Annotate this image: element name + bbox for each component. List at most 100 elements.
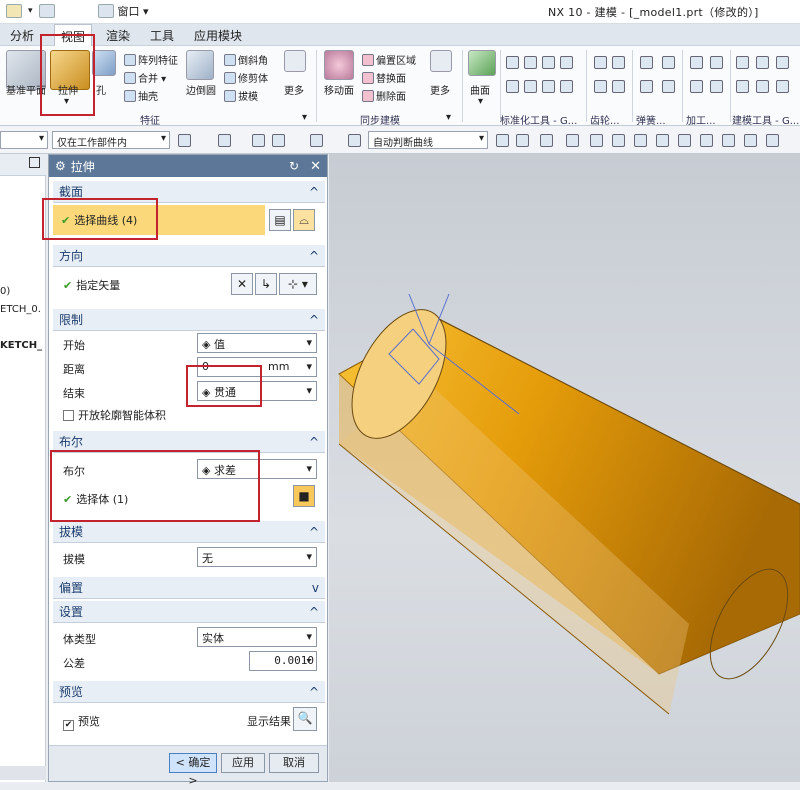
snap-point-icon[interactable]: [516, 134, 529, 147]
open-profile-checkbox[interactable]: 开放轮廓智能体积: [63, 407, 166, 423]
build-tool-icon[interactable]: [736, 80, 749, 93]
spring-tool-icon[interactable]: [640, 56, 653, 69]
trim-body-button[interactable]: 修剪体: [224, 70, 268, 85]
solid-body-icon[interactable]: ■: [293, 485, 315, 507]
start-dropdown[interactable]: ◈ 值: [197, 333, 317, 353]
hole-icon[interactable]: [92, 50, 116, 76]
delete-face-button[interactable]: 删除面: [362, 88, 406, 103]
draft-dropdown[interactable]: 无: [197, 547, 317, 567]
scope-filter-combo[interactable]: 仅在工作部件内: [52, 131, 170, 149]
checkbox[interactable]: [63, 410, 74, 421]
snap-point-icon[interactable]: [678, 134, 691, 147]
build-tool-icon[interactable]: [776, 56, 789, 69]
direction-header[interactable]: 方向 ^: [53, 245, 325, 267]
spring-tool-icon[interactable]: [640, 80, 653, 93]
chevron-down-icon[interactable]: ▾: [28, 6, 33, 16]
view-icon[interactable]: [348, 134, 361, 147]
curve-icon[interactable]: ⌓: [293, 209, 315, 231]
gear-tool-icon[interactable]: [612, 80, 625, 93]
std-tool-icon[interactable]: [542, 56, 555, 69]
specify-vector-row[interactable]: ✔ 指定矢量: [63, 277, 120, 293]
machining-tool-icon[interactable]: [710, 56, 723, 69]
snap-point-icon[interactable]: [656, 134, 669, 147]
gear-icon[interactable]: ⚙: [55, 159, 66, 173]
spring-tool-icon[interactable]: [662, 56, 675, 69]
snap-point-icon[interactable]: [744, 134, 757, 147]
select-icon[interactable]: [178, 134, 191, 147]
snap-point-icon[interactable]: [540, 134, 553, 147]
chevron-down-icon[interactable]: ▾: [478, 96, 483, 107]
navigator-scrollbar[interactable]: [0, 766, 46, 780]
std-tool-icon[interactable]: [560, 56, 573, 69]
preview-checkbox[interactable]: ✔ 预览: [63, 713, 100, 731]
snap-icon[interactable]: [218, 134, 231, 147]
save-icon[interactable]: [6, 4, 22, 18]
machining-tool-icon[interactable]: [710, 80, 723, 93]
settings-header[interactable]: 设置 ^: [53, 601, 325, 623]
menu-tools[interactable]: 工具: [150, 27, 174, 44]
more-icon[interactable]: [430, 50, 452, 72]
shell-button[interactable]: 抽壳: [124, 88, 158, 103]
move-face-icon[interactable]: [324, 50, 354, 80]
chevron-down-icon[interactable]: ▾: [302, 112, 307, 123]
std-tool-icon[interactable]: [560, 80, 573, 93]
rectangle-select-icon[interactable]: [310, 134, 323, 147]
close-icon[interactable]: ✕: [310, 159, 321, 174]
offset-header[interactable]: 偏置 v: [53, 577, 325, 599]
offset-region-button[interactable]: 偏置区域: [362, 52, 416, 67]
menu-analysis[interactable]: 分析: [10, 27, 34, 44]
machining-tool-icon[interactable]: [690, 56, 703, 69]
vector-type-icon[interactable]: ⊹ ▾: [279, 273, 317, 295]
snap-point-icon[interactable]: [612, 134, 625, 147]
snap-point-icon[interactable]: [496, 134, 509, 147]
draft-button[interactable]: 拔模: [224, 88, 258, 103]
checkbox[interactable]: ✔: [63, 720, 74, 731]
std-tool-icon[interactable]: [524, 80, 537, 93]
std-tool-icon[interactable]: [524, 56, 537, 69]
build-tool-icon[interactable]: [756, 80, 769, 93]
cancel-button[interactable]: 取消: [269, 753, 319, 773]
snap-point-icon[interactable]: [722, 134, 735, 147]
edge-blend-icon[interactable]: [186, 50, 214, 80]
gear-tool-icon[interactable]: [612, 56, 625, 69]
preview-header[interactable]: 预览 ^: [53, 681, 325, 703]
type-filter-combo[interactable]: [0, 131, 48, 149]
replace-face-button[interactable]: 替换面: [362, 70, 406, 85]
machining-tool-icon[interactable]: [690, 80, 703, 93]
tolerance-input[interactable]: 0.0010: [249, 651, 317, 671]
reverse-direction-icon[interactable]: ✕: [231, 273, 253, 295]
graphics-window[interactable]: [329, 154, 800, 782]
spring-tool-icon[interactable]: [662, 80, 675, 93]
curve-rule-combo[interactable]: 自动判断曲线: [368, 131, 488, 149]
snap-icon[interactable]: [252, 134, 265, 147]
pattern-feature-button[interactable]: 阵列特征: [124, 52, 178, 67]
std-tool-icon[interactable]: [506, 80, 519, 93]
snap-icon[interactable]: [272, 134, 285, 147]
limits-header[interactable]: 限制 ^: [53, 309, 325, 331]
chevron-down-icon[interactable]: ▾: [446, 112, 451, 123]
search-icon[interactable]: 🔍: [293, 707, 317, 731]
snap-point-icon[interactable]: [634, 134, 647, 147]
ok-button[interactable]: < 确定 >: [169, 753, 217, 787]
std-tool-icon[interactable]: [506, 56, 519, 69]
menu-render[interactable]: 渲染: [106, 27, 130, 44]
std-tool-icon[interactable]: [542, 80, 555, 93]
undo-icon[interactable]: [38, 4, 55, 18]
more-icon[interactable]: [284, 50, 306, 72]
snap-point-icon[interactable]: [590, 134, 603, 147]
unite-button[interactable]: 合并 ▾: [124, 70, 166, 85]
snap-point-icon[interactable]: [566, 134, 579, 147]
draft-header[interactable]: 拔模 ^: [53, 521, 325, 543]
build-tool-icon[interactable]: [756, 56, 769, 69]
snap-point-icon[interactable]: [700, 134, 713, 147]
apply-button[interactable]: 应用: [221, 753, 265, 773]
navigator-item[interactable]: KETCH_: [0, 340, 42, 351]
surface-icon[interactable]: [468, 50, 496, 76]
build-tool-icon[interactable]: [736, 56, 749, 69]
body-type-dropdown[interactable]: 实体: [197, 627, 317, 647]
navigator-item[interactable]: ETCH_0.: [0, 304, 41, 315]
snap-point-icon[interactable]: [766, 134, 779, 147]
chamfer-button[interactable]: 倒斜角: [224, 52, 268, 67]
window-menu[interactable]: 窗口 ▾: [98, 3, 149, 19]
build-tool-icon[interactable]: [776, 80, 789, 93]
